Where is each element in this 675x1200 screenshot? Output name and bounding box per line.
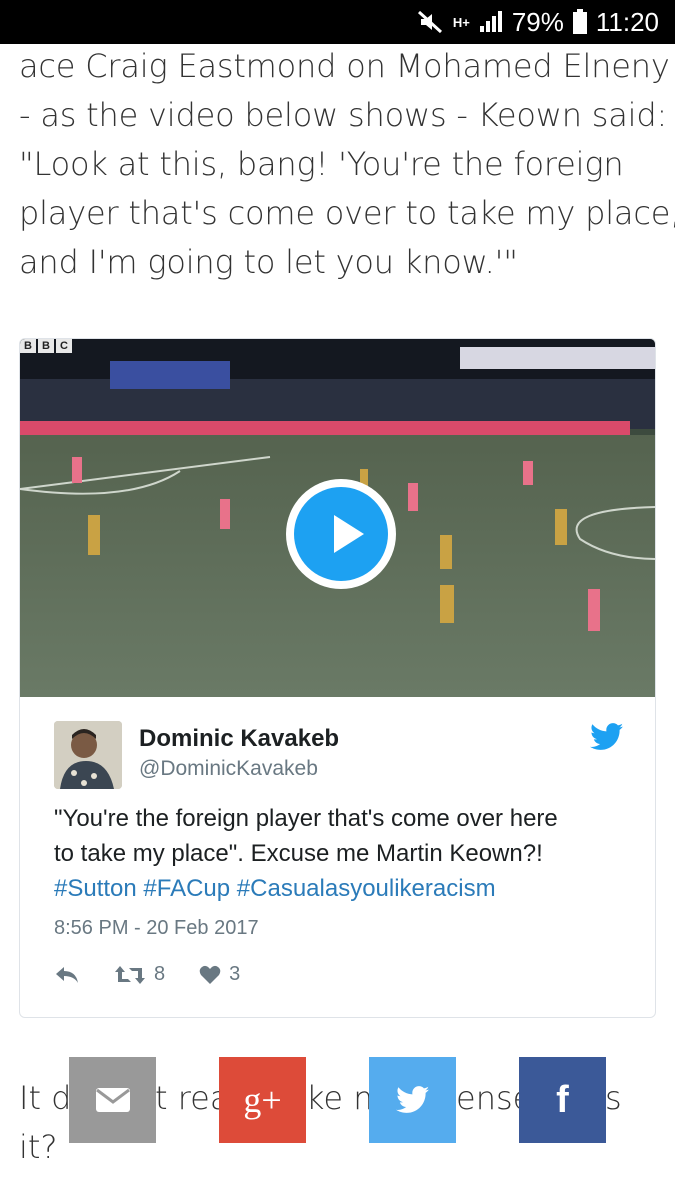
tweet-text-line: to take my place". Excuse me Martin Keow…	[54, 840, 543, 867]
tweet-hashtags[interactable]: #Sutton #FACup #Casualasyoulikeracism	[54, 871, 634, 906]
bbc-logo-letter: C	[56, 339, 72, 353]
twitter-bird-icon[interactable]	[590, 723, 624, 756]
tweet-actions: 8 3	[54, 963, 274, 986]
author-handle[interactable]: @DominicKavakeb	[139, 757, 318, 781]
retweet-count: 8	[154, 963, 166, 985]
tweet-body: Dominic Kavakeb @DominicKavakeb "You're …	[20, 697, 655, 1017]
embedded-tweet[interactable]: B B C Dominic Kavakeb @DominicKavakeb "Y…	[19, 338, 656, 1018]
mute-icon	[417, 10, 445, 34]
share-google-plus-button[interactable]: g+	[219, 1057, 306, 1143]
article-paragraph: ace Craig Eastmond on Mohamed Elneny - a…	[19, 42, 675, 287]
facebook-icon: f	[556, 1078, 569, 1121]
retweet-icon	[115, 965, 145, 984]
battery-percent: 79%	[511, 6, 564, 37]
clock: 11:20	[595, 6, 659, 37]
bottom-text-fragment: It d	[19, 1079, 72, 1117]
avatar[interactable]	[54, 721, 122, 789]
retweet-button[interactable]: 8	[114, 963, 165, 986]
bbc-logo-letter: B	[20, 339, 36, 353]
tweet-text-line: "You're the foreign player that's come o…	[54, 805, 558, 832]
article-line: "Look at this, bang! 'You're the foreign	[19, 145, 624, 183]
status-bar: H+ 79% 11:20	[0, 0, 675, 44]
share-twitter-button[interactable]	[369, 1057, 456, 1143]
share-facebook-button[interactable]: f	[519, 1057, 606, 1143]
article-line: - as the video below shows - Keown said:	[19, 96, 668, 134]
article-line: and I'm going to let you know.'"	[19, 243, 518, 281]
google-plus-icon: g+	[243, 1080, 282, 1120]
envelope-icon	[95, 1088, 130, 1112]
bbc-logo-letter: B	[38, 339, 54, 353]
article-line: ace Craig Eastmond on Mohamed Elneny	[19, 47, 670, 85]
share-email-button[interactable]	[69, 1057, 156, 1143]
bbc-logo: B B C	[20, 339, 72, 353]
tweet-text: "You're the foreign player that's come o…	[54, 801, 634, 906]
play-icon	[294, 487, 388, 581]
reply-icon	[56, 966, 78, 983]
signal-icon	[478, 10, 504, 34]
article-line: player that's come over to take my place…	[19, 194, 675, 232]
tweet-timestamp[interactable]: 8:56 PM - 20 Feb 2017	[54, 917, 259, 940]
battery-icon	[572, 9, 588, 35]
reply-button[interactable]	[54, 965, 80, 985]
like-button[interactable]: 3	[199, 963, 240, 986]
twitter-icon	[395, 1086, 429, 1113]
video-player[interactable]: B B C	[20, 339, 655, 697]
play-button[interactable]	[286, 479, 396, 589]
bottom-text-fragment: s	[605, 1079, 622, 1117]
author-name[interactable]: Dominic Kavakeb	[139, 725, 339, 753]
like-count: 3	[229, 963, 241, 985]
heart-icon	[199, 965, 221, 984]
network-type-label: H+	[452, 14, 470, 30]
